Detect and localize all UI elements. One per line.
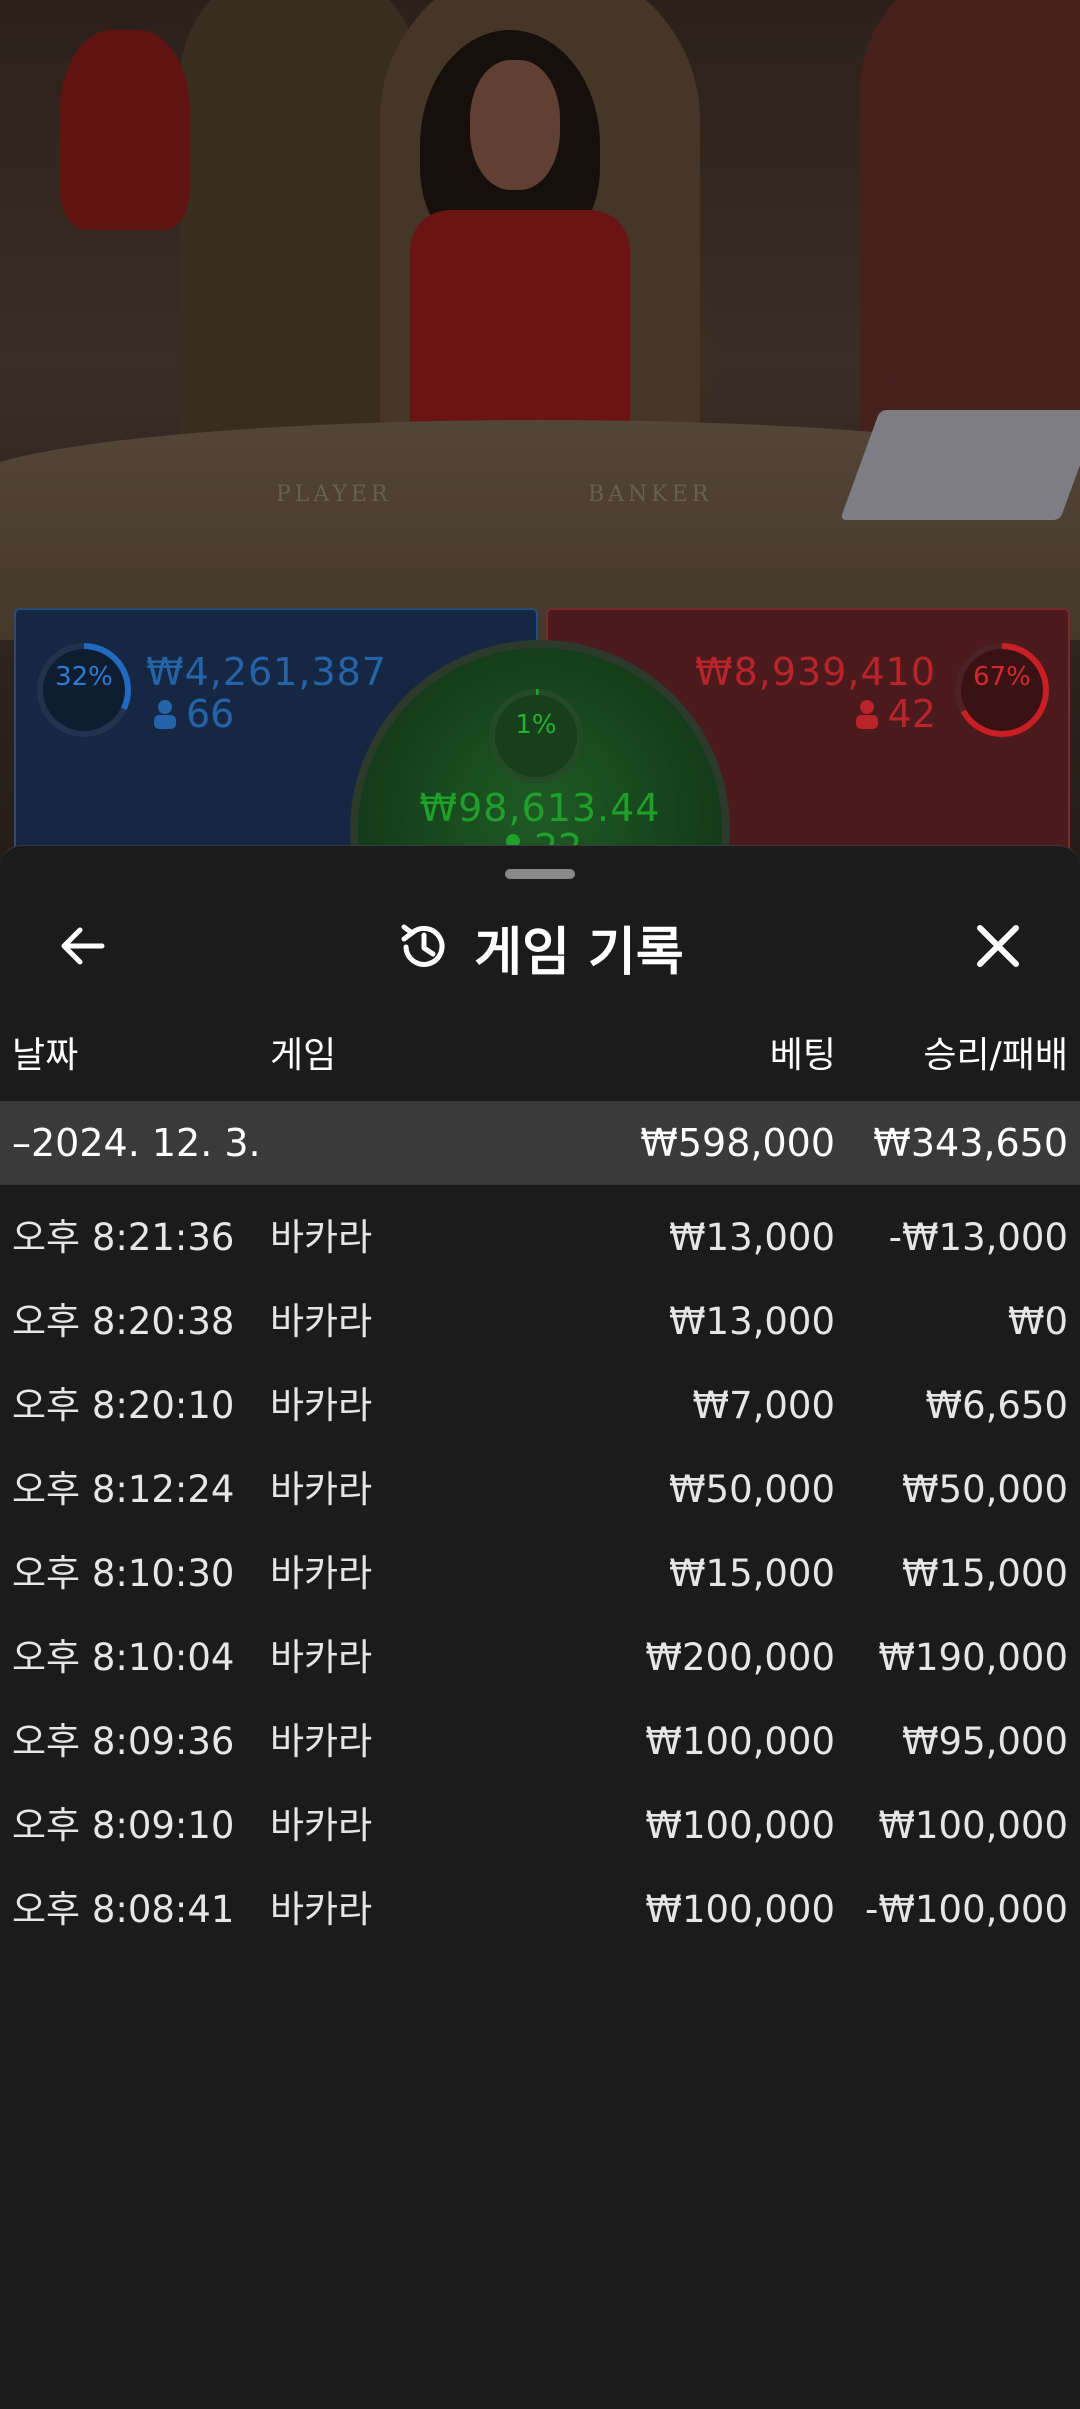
- player-count: 66: [152, 692, 234, 736]
- table-row[interactable]: 오후 8:12:24 바카라 ₩50,000 ₩50,000: [0, 1448, 1080, 1532]
- player-amount: ₩4,261,387: [146, 650, 387, 694]
- column-header-game: 게임: [270, 1035, 337, 1076]
- banker-count-value: 42: [887, 692, 936, 736]
- row-result: ₩95,000: [901, 1720, 1068, 1763]
- row-bet: ₩7,000: [692, 1384, 835, 1427]
- close-icon: [977, 925, 1019, 967]
- column-header-bet: 베팅: [769, 1035, 836, 1076]
- row-time: 오후 8:20:10: [12, 1384, 235, 1427]
- row-time: 오후 8:20:38: [12, 1300, 235, 1343]
- table-header: 날짜 게임 베팅 승리/패배: [0, 1026, 1080, 1086]
- row-result: ₩15,000: [901, 1552, 1068, 1595]
- row-time: 오후 8:10:30: [12, 1552, 235, 1595]
- table-row[interactable]: 오후 8:20:38 바카라 ₩13,000 ₩0: [0, 1280, 1080, 1364]
- row-bet: ₩50,000: [668, 1468, 835, 1511]
- player-percent: 32%: [55, 662, 113, 692]
- row-bet: ₩100,000: [645, 1804, 835, 1847]
- row-time: 오후 8:10:04: [12, 1636, 235, 1679]
- close-button[interactable]: [968, 916, 1028, 976]
- row-time: 오후 8:21:36: [12, 1216, 235, 1259]
- group-total-result: ₩343,650: [873, 1121, 1068, 1165]
- row-game: 바카라: [270, 1636, 373, 1679]
- sheet-drag-handle[interactable]: [505, 869, 575, 879]
- row-bet: ₩15,000: [668, 1552, 835, 1595]
- tie-amount: ₩98,613.44: [419, 786, 661, 830]
- row-game: 바카라: [270, 1888, 373, 1931]
- group-date: –2024. 12. 3.: [12, 1121, 261, 1165]
- person-icon: [154, 700, 176, 729]
- row-bet: ₩13,000: [668, 1216, 835, 1259]
- row-bet: ₩200,000: [645, 1636, 835, 1679]
- row-game: 바카라: [270, 1216, 373, 1259]
- row-result: ₩50,000: [901, 1468, 1068, 1511]
- row-time: 오후 8:09:10: [12, 1804, 235, 1847]
- history-clock-icon: [401, 924, 445, 967]
- row-bet: ₩100,000: [645, 1888, 835, 1931]
- row-result: ₩100,000: [878, 1804, 1068, 1847]
- row-result: -₩13,000: [888, 1216, 1068, 1259]
- page-title: 게임 기록: [474, 922, 684, 983]
- game-history-sheet: 게임 기록 날짜 게임 베팅 승리/패배 –2024. 12. 3. ₩598,…: [0, 845, 1080, 2409]
- row-time: 오후 8:09:36: [12, 1720, 235, 1763]
- row-game: 바카라: [270, 1552, 373, 1595]
- history-list: 오후 8:21:36 바카라 ₩13,000 -₩13,000 오후 8:20:…: [0, 1196, 1080, 1952]
- row-result: ₩0: [1007, 1300, 1068, 1343]
- row-bet: ₩13,000: [668, 1300, 835, 1343]
- row-game: 바카라: [270, 1384, 373, 1427]
- banker-count: 42: [854, 692, 936, 736]
- table-row[interactable]: 오후 8:21:36 바카라 ₩13,000 -₩13,000: [0, 1196, 1080, 1280]
- row-result: ₩190,000: [878, 1636, 1068, 1679]
- column-header-result: 승리/패배: [923, 1035, 1068, 1076]
- column-header-date: 날짜: [12, 1035, 79, 1076]
- row-bet: ₩100,000: [645, 1720, 835, 1763]
- row-time: 오후 8:12:24: [12, 1468, 235, 1511]
- group-total-bet: ₩598,000: [640, 1121, 835, 1165]
- table-row[interactable]: 오후 8:10:30 바카라 ₩15,000 ₩15,000: [0, 1532, 1080, 1616]
- tie-percent: 1%: [515, 710, 557, 740]
- row-game: 바카라: [270, 1804, 373, 1847]
- table-row[interactable]: 오후 8:09:10 바카라 ₩100,000 ₩100,000: [0, 1784, 1080, 1868]
- banker-amount: ₩8,939,410: [695, 650, 936, 694]
- row-game: 바카라: [270, 1720, 373, 1763]
- row-game: 바카라: [270, 1468, 373, 1511]
- row-result: ₩6,650: [925, 1384, 1068, 1427]
- person-icon: [855, 700, 878, 729]
- table-row[interactable]: 오후 8:09:36 바카라 ₩100,000 ₩95,000: [0, 1700, 1080, 1784]
- banker-percent: 67%: [973, 662, 1031, 692]
- row-time: 오후 8:08:41: [12, 1888, 235, 1931]
- table-row[interactable]: 오후 8:08:41 바카라 ₩100,000 -₩100,000: [0, 1868, 1080, 1952]
- row-game: 바카라: [270, 1300, 373, 1343]
- table-row[interactable]: 오후 8:10:04 바카라 ₩200,000 ₩190,000: [0, 1616, 1080, 1700]
- table-row[interactable]: 오후 8:20:10 바카라 ₩7,000 ₩6,650: [0, 1364, 1080, 1448]
- sheet-header: 게임 기록: [0, 912, 1080, 983]
- row-result: -₩100,000: [865, 1888, 1068, 1931]
- date-group-row[interactable]: –2024. 12. 3. ₩598,000 ₩343,650: [0, 1101, 1080, 1185]
- player-count-value: 66: [186, 692, 235, 736]
